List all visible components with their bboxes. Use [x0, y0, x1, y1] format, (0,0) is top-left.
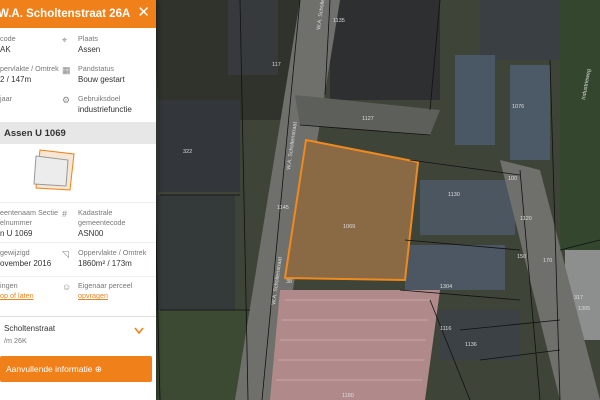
code-value: AK — [0, 45, 11, 54]
plaats-label: Plaats — [78, 34, 98, 43]
parcel-number: 1135 — [333, 18, 345, 24]
address-line-1: Scholtenstraat — [4, 324, 56, 333]
parcel-number: 322 — [183, 149, 192, 155]
hash-icon: # — [62, 209, 68, 219]
parcel-shape-thumbnail — [33, 149, 75, 191]
selected-parcel[interactable] — [283, 138, 420, 282]
parcel-number: 1130 — [448, 192, 460, 198]
use-value: industriefunctie — [78, 105, 132, 114]
parcel-number: 1136 — [465, 342, 477, 348]
changed-label: gewijzigd — [0, 248, 30, 257]
person-icon: ☺ — [62, 282, 72, 292]
year-label: jaar — [0, 94, 12, 103]
use-label: Gebruiksdoel — [78, 94, 121, 103]
opp-label: Oppervlakte / Omtrek — [78, 248, 147, 257]
owner-label-left: ingen — [0, 281, 18, 290]
area-icon: ◹ — [62, 249, 69, 259]
gear-icon: ⚙ — [62, 95, 71, 105]
opp-value: 1860m² / 173m — [78, 259, 132, 268]
parcel-number: 1305 — [578, 306, 590, 312]
parking-lot — [270, 290, 440, 400]
parcel-number: 1069 — [343, 224, 355, 230]
gemeente-label-2: elnummer — [0, 218, 32, 227]
kadastrale-label-2: gemeentecode — [78, 218, 126, 227]
owner-link-left[interactable]: op of laten — [0, 291, 34, 301]
plaats-value: Assen — [78, 45, 101, 54]
parcel-number: 1120 — [520, 216, 532, 222]
parcel-number: 1145 — [277, 205, 289, 211]
building-icon: ▦ — [62, 65, 71, 75]
area-label: pervlakte / Omtrek — [0, 64, 59, 73]
more-info-label: Aanvullende informatie ⊕ — [6, 364, 102, 374]
parcel-section-header: Assen U 1069 — [0, 122, 156, 144]
panel-header: W.A. Scholtenstraat 26A ✕ — [0, 0, 156, 28]
parcel-number: 1304 — [440, 284, 452, 290]
parcel-number: 117 — [272, 62, 281, 68]
parcel-number: 1127 — [362, 116, 374, 122]
parcel-number: 317 — [574, 295, 583, 301]
owner-link[interactable]: opvragen — [78, 291, 132, 301]
code-label: code — [0, 34, 16, 43]
status-label: Pandstatus — [78, 64, 114, 73]
more-info-button[interactable]: Aanvullende informatie ⊕ — [0, 356, 152, 382]
gemeente-value: n U 1069 — [0, 229, 33, 238]
location-pin-icon: ⌖ — [62, 35, 68, 45]
changed-value: ovember 2016 — [0, 259, 52, 268]
info-panel: W.A. Scholtenstraat 26A ✕ code AK ⌖ Plaa… — [0, 0, 156, 400]
address-line-2: /m 26K — [4, 336, 27, 345]
gemeente-label-1: eentenaam Sectie — [0, 208, 58, 217]
close-icon[interactable]: ✕ — [137, 5, 150, 21]
parcel-number: 100 — [508, 176, 517, 182]
address-accordion[interactable]: Scholtenstraat /m 26K — [0, 316, 156, 353]
kadastrale-label-1: Kadastrale — [78, 208, 113, 217]
parcel-number: 1180 — [342, 393, 354, 399]
kadastrale-value: ASN00 — [78, 229, 104, 238]
parcel-title: Assen U 1069 — [4, 128, 66, 139]
parcel-number: 170 — [543, 258, 552, 264]
owner-label: Eigenaar perceel — [78, 281, 133, 290]
area-value: 2 / 147m — [0, 75, 32, 84]
chevron-down-icon[interactable] — [134, 327, 144, 335]
parcel-number: 150 — [517, 254, 526, 260]
status-value: Bouw gestart — [78, 75, 125, 84]
parcel-number: 1116 — [440, 326, 451, 332]
parcel-number: 38 — [286, 279, 292, 285]
parcel-number: 1076 — [512, 104, 524, 110]
panel-title: W.A. Scholtenstraat 26A — [0, 8, 131, 20]
